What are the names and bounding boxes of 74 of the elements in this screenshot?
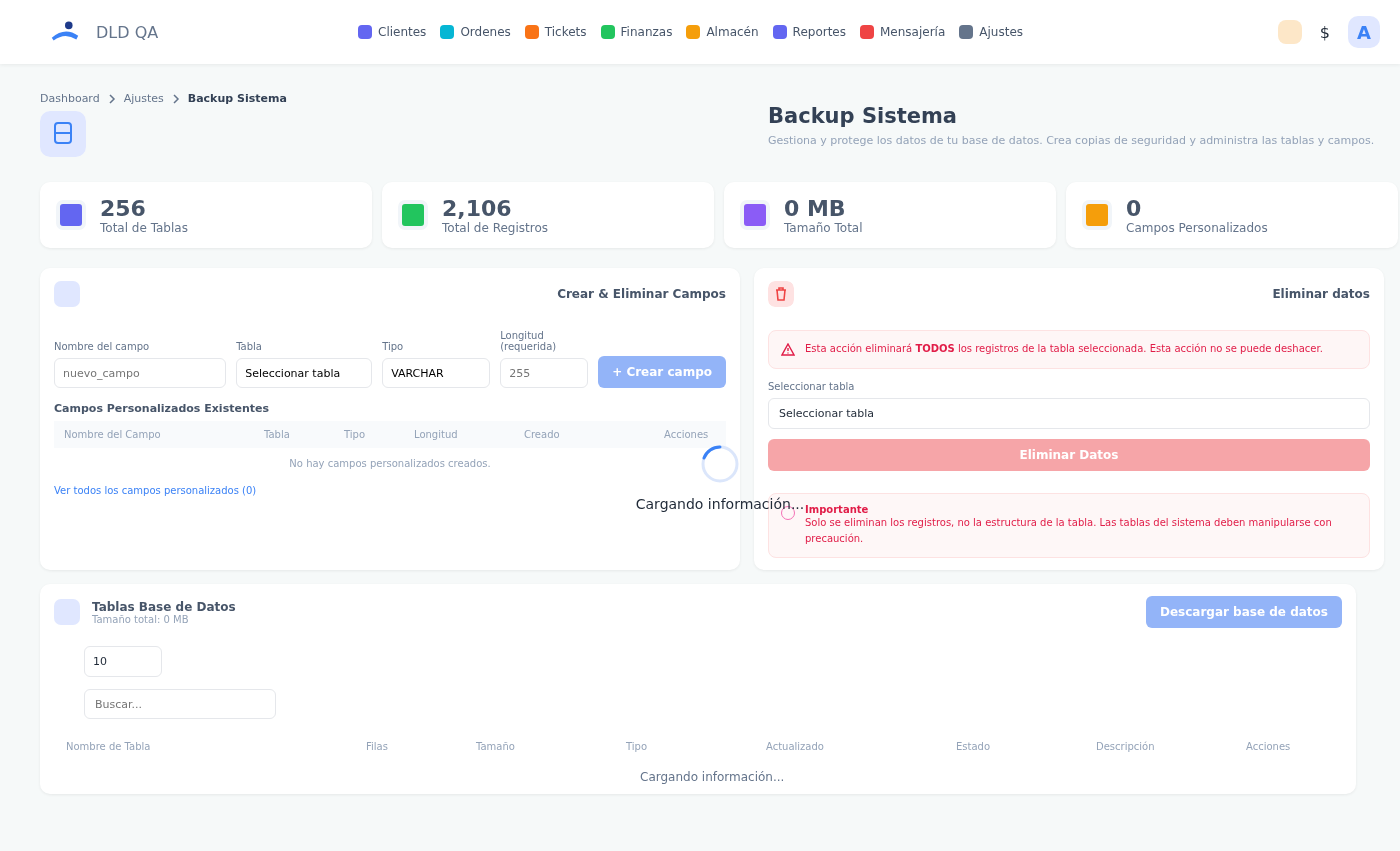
stat-value: 0 <box>1126 195 1143 221</box>
stat-value: 2,106 <box>442 195 513 221</box>
column-header: Tamaño <box>476 741 516 752</box>
nav-link[interactable]: Tickets <box>524 25 587 39</box>
nav-label: Mensajería <box>880 25 946 39</box>
input-field[interactable]: Seleccionar tabla <box>236 358 373 388</box>
nav-label: Finanzas <box>620 25 673 39</box>
spinner-icon <box>700 444 740 484</box>
breadcrumb-link[interactable]: Ajustes <box>123 92 164 105</box>
view-all-link[interactable]: Ver todos los campos personalizados (0) <box>54 485 257 496</box>
column-header: Actualizado <box>766 741 825 752</box>
note-text: Solo se eliminan los registros, no la estructura de la tabla. Las tablas del sistema deben manipularse con precaución. <box>805 516 1333 546</box>
stat-value: 0 MB <box>784 195 847 221</box>
chevron-icon <box>107 93 116 104</box>
column-header: Creado <box>524 429 561 440</box>
nav-link[interactable]: Reportes <box>772 25 846 39</box>
field-label: Longitud (requerida) <box>500 330 558 352</box>
input-field[interactable]: 255 <box>500 358 589 388</box>
field-label: Tabla <box>236 341 263 352</box>
breadcrumb-link[interactable]: Dashboard <box>40 92 100 105</box>
nav-label: Almacén <box>706 25 759 39</box>
table-select[interactable]: Seleccionar tabla <box>768 398 1370 429</box>
nav-label: Clientes <box>378 25 427 39</box>
warning-text: Esta acción eliminará TODOS los registros de la tabla seleccionada. Esta acción no se puede deshacer. <box>805 343 1323 356</box>
input-field[interactable]: VARCHAR <box>382 358 491 388</box>
column-header: Filas <box>366 741 389 752</box>
stat-label: Total de Registros <box>442 220 548 235</box>
column-header: Tipo <box>626 741 649 752</box>
brand-name: DLD QA <box>96 22 159 42</box>
page-title: Backup Sistema <box>768 104 959 128</box>
chevron-icon <box>171 93 180 104</box>
page-size-select[interactable]: 10 <box>84 646 162 677</box>
section-title: Campos Personalizados Existentes <box>54 402 270 415</box>
column-header: Acciones <box>664 429 710 440</box>
nav-link[interactable]: Almacén <box>686 25 759 39</box>
loading-text: Cargando información... <box>635 496 805 512</box>
page-subtitle: Gestiona y protege los datos de tu base de datos. Crea copias de seguridad y administra las tablas y campos. <box>768 134 1375 147</box>
nav-label: Reportes <box>792 25 846 39</box>
nav-label: Ordenes <box>460 25 511 39</box>
nav-link[interactable]: Finanzas <box>600 25 673 39</box>
column-header: Nombre de Tabla <box>66 741 152 752</box>
breadcrumb-link[interactable]: Backup Sistema <box>187 92 287 105</box>
card-subtitle: Tamaño total: 0 MB <box>92 613 190 625</box>
column-header: Acciones <box>1246 741 1292 752</box>
column-header: Descripción <box>1096 741 1156 752</box>
card-title: Crear & Eliminar Campos <box>557 287 726 301</box>
nav-label: Tickets <box>544 25 587 39</box>
card-title: Tablas Base de Datos <box>92 599 236 614</box>
field-label: Nombre del campo <box>54 341 151 352</box>
currency-button[interactable]: $ <box>1319 22 1330 42</box>
nav-label: Ajustes <box>979 25 1024 39</box>
loading-text: Cargando información... <box>640 770 785 784</box>
nav-link[interactable]: Mensajería <box>860 25 946 39</box>
stat-value: 256 <box>100 195 147 221</box>
empty-message: No hay campos personalizados creados. <box>288 457 492 471</box>
nav-link[interactable]: Clientes <box>358 25 427 39</box>
column-header: Longitud <box>414 429 459 440</box>
stat-label: Tamaño Total <box>784 220 863 235</box>
stat-label: Total de Tablas <box>100 220 188 235</box>
column-header: Estado <box>956 741 992 752</box>
trash-icon <box>768 281 794 307</box>
input-field[interactable]: nuevo_campo <box>54 358 227 388</box>
field-label: Seleccionar tabla <box>768 381 856 392</box>
nav-link[interactable]: Ajustes <box>959 25 1024 39</box>
note-title: Importante <box>805 504 870 515</box>
column-header: Nombre del Campo <box>64 429 162 440</box>
column-header: Tabla <box>264 429 291 440</box>
search-field[interactable]: Buscar... <box>84 689 276 719</box>
nav-link[interactable]: Ordenes <box>440 25 511 39</box>
card-title: Eliminar datos <box>1272 287 1370 301</box>
stat-label: Campos Personalizados <box>1126 220 1268 235</box>
field-label: Tipo <box>382 341 405 352</box>
column-header: Tipo <box>344 429 367 440</box>
warning-icon <box>781 343 795 356</box>
